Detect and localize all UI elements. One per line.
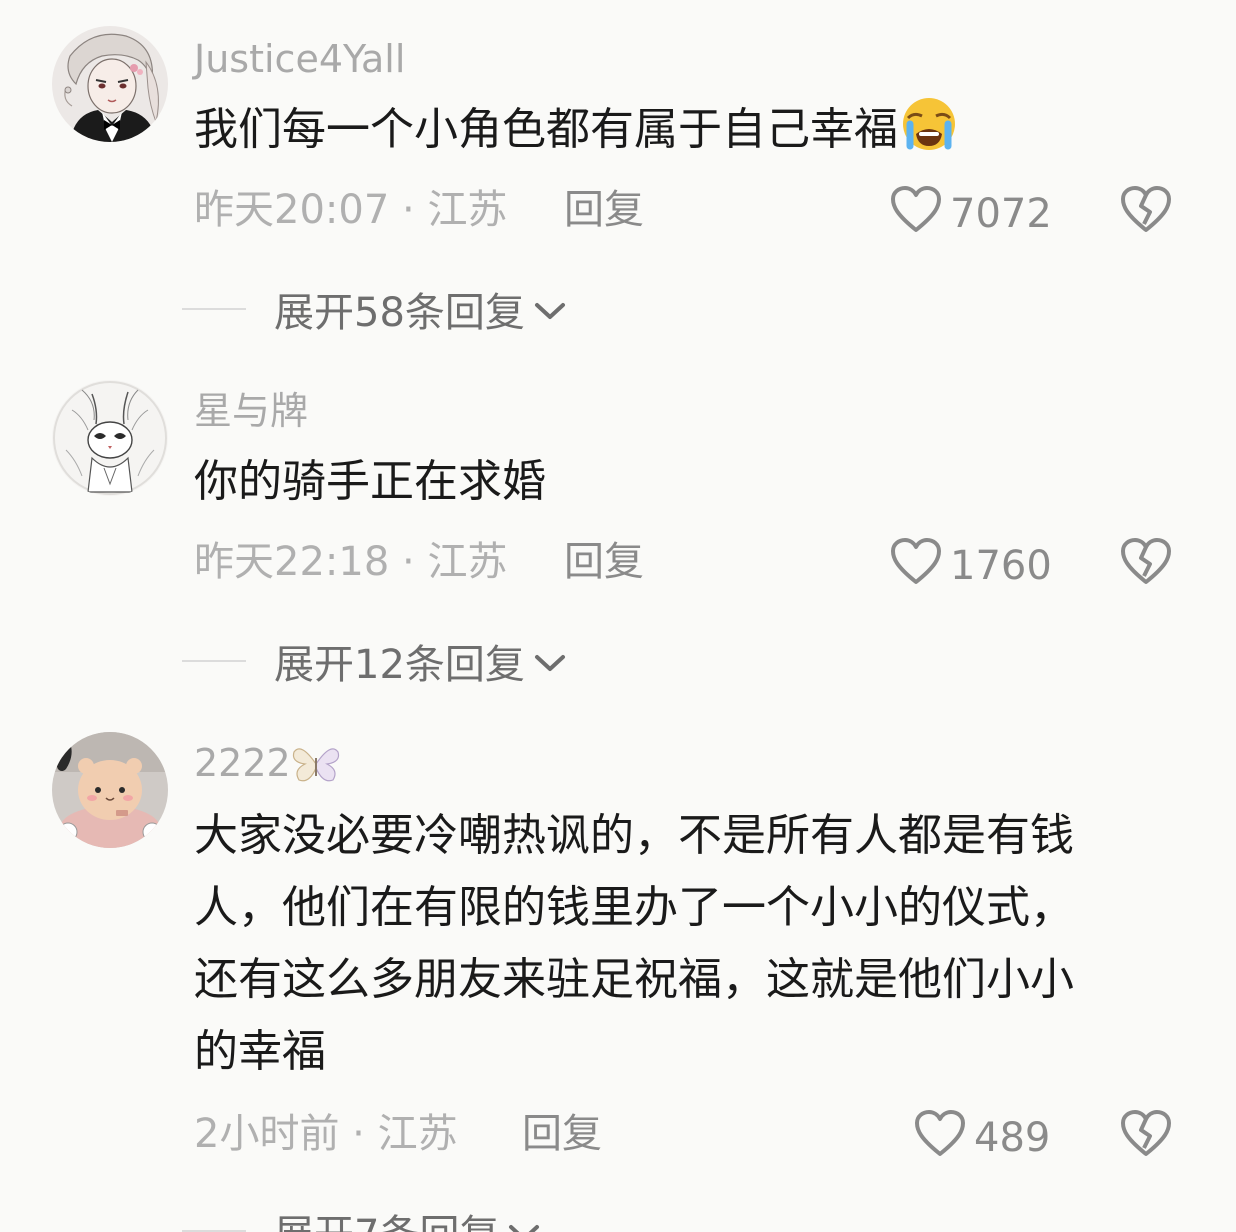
meta-separator: · [389, 187, 428, 233]
comment-location: 江苏 [427, 187, 508, 233]
butterfly-icon [291, 744, 341, 790]
comment-location: 江苏 [427, 539, 508, 585]
comment-meta: 昨天22:18 · 江苏 [194, 542, 507, 582]
comment-time: 2小时前 [194, 1111, 340, 1157]
broken-heart-icon [1120, 538, 1172, 590]
loudly-crying-face-icon [898, 94, 960, 174]
expand-replies-label: 展开7条回复 [274, 1202, 499, 1232]
comment-meta: 2小时前 · 江苏 [194, 1114, 458, 1154]
comment-username[interactable]: 星与牌 [194, 392, 308, 430]
expand-replies-button[interactable]: 展开12条回复 [182, 632, 567, 690]
like-count: 489 [974, 1114, 1051, 1161]
divider-line [182, 308, 246, 310]
chevron-down-icon [525, 286, 567, 332]
comment-username[interactable]: Justice4Yall [194, 40, 405, 78]
avatar[interactable] [52, 732, 168, 848]
comment-location: 江苏 [377, 1111, 458, 1157]
dislike-button[interactable] [1120, 538, 1172, 590]
comment-list: Justice4Yall 我们每一个小角色都有属于自己幸福 昨天20:07 · … [0, 0, 1236, 1232]
like-button[interactable]: 7072 [890, 186, 1052, 241]
comment-text-content: 我们每一个小角色都有属于自己幸福 [194, 104, 898, 155]
expand-replies-label: 展开12条回复 [274, 642, 525, 688]
broken-heart-icon [1120, 186, 1172, 238]
heart-icon [890, 538, 950, 593]
comment-meta: 昨天20:07 · 江苏 [194, 190, 507, 230]
reply-button[interactable]: 回复 [522, 1114, 602, 1154]
expand-replies-button[interactable]: 展开58条回复 [182, 280, 567, 338]
avatar[interactable] [52, 380, 168, 496]
comment-username[interactable]: 2222 [194, 744, 341, 790]
heart-icon [890, 186, 950, 241]
comment-text-line: 还有这么多朋友来驻足祝福，这就是他们小小 [194, 954, 1074, 1005]
comment-text-line: 大家没必要冷嘲热讽的，不是所有人都是有钱 [194, 810, 1074, 861]
comment-text: 大家没必要冷嘲热讽的，不是所有人都是有钱 人，他们在有限的钱里办了一个小小的仪式… [194, 800, 1174, 1088]
comment-time: 昨天22:18 [194, 539, 390, 585]
meta-separator: · [339, 1111, 378, 1157]
comment-text-line: 的幸福 [194, 1026, 326, 1077]
reply-button[interactable]: 回复 [564, 190, 644, 230]
avatar[interactable] [52, 26, 168, 142]
expand-replies-button[interactable]: 展开7条回复 [182, 1202, 541, 1232]
comment-text: 我们每一个小角色都有属于自己幸福 [194, 94, 1174, 174]
broken-heart-icon [1120, 1110, 1172, 1162]
dislike-button[interactable] [1120, 186, 1172, 238]
divider-line [182, 660, 246, 662]
comment-text-line: 人，他们在有限的钱里办了一个小小的仪式， [194, 882, 1074, 933]
like-button[interactable]: 489 [914, 1110, 1050, 1165]
comment-text: 你的骑手正在求婚 [194, 456, 546, 507]
dislike-button[interactable] [1120, 1110, 1172, 1162]
chevron-down-icon [525, 638, 567, 684]
heart-icon [914, 1110, 974, 1165]
comment-time: 昨天20:07 [194, 187, 390, 233]
username-text: 2222 [194, 741, 291, 785]
reply-button[interactable]: 回复 [564, 542, 644, 582]
like-button[interactable]: 1760 [890, 538, 1052, 593]
like-count: 7072 [950, 190, 1052, 237]
expand-replies-label: 展开58条回复 [274, 290, 525, 336]
meta-separator: · [389, 539, 428, 585]
chevron-down-icon [499, 1208, 541, 1232]
like-count: 1760 [950, 542, 1052, 589]
